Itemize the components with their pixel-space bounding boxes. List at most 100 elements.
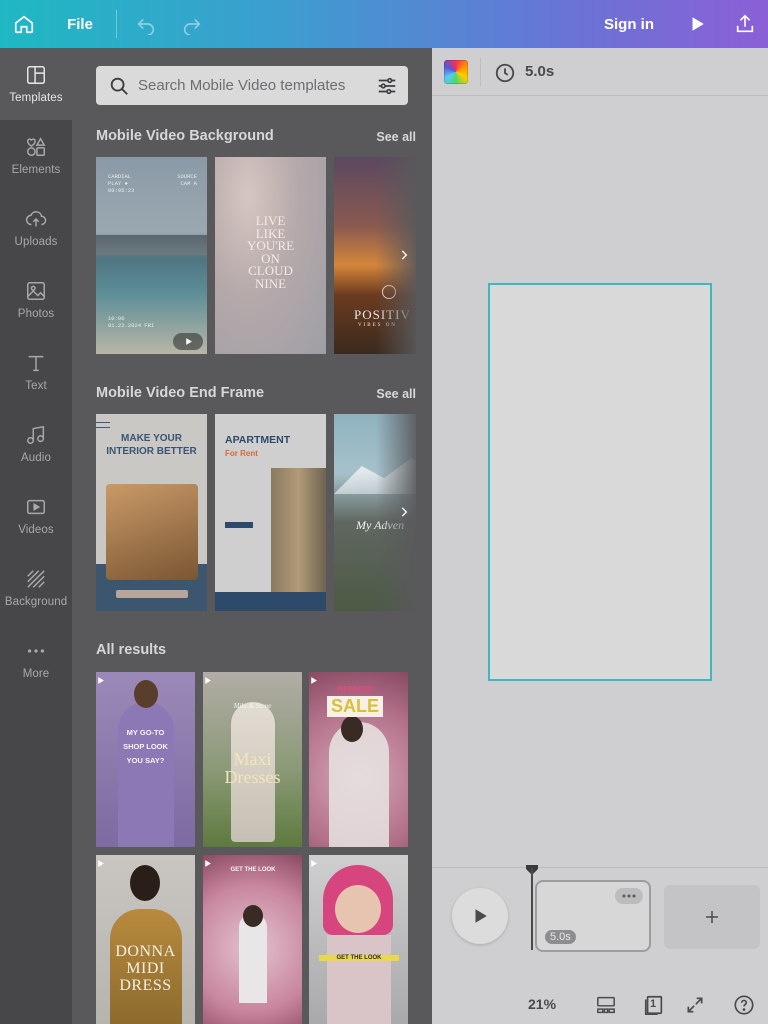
- template-row-endframe: MAKE YOUR INTERIOR BETTER APARTMENT For …: [96, 414, 416, 611]
- rail-label: Background: [4, 596, 68, 608]
- template-thumb[interactable]: GET THE LOOK: [203, 855, 302, 1024]
- toolbar-divider: [480, 58, 481, 86]
- section-title-endframe: Mobile Video End Frame: [96, 385, 265, 401]
- rail-item-audio[interactable]: Audio: [0, 408, 72, 480]
- zoom-level[interactable]: 21%: [528, 996, 556, 1012]
- more-dots-icon: [622, 894, 636, 898]
- thumb-text: For Rent: [225, 449, 258, 458]
- elements-icon: [27, 137, 46, 156]
- share-button[interactable]: [728, 0, 762, 48]
- home-button[interactable]: [0, 0, 48, 48]
- see-all-background-link[interactable]: See all: [376, 130, 416, 144]
- thumb-text: MAKE YOUR INTERIOR BETTER: [106, 433, 197, 457]
- chevron-right-icon: [401, 250, 408, 260]
- background-pattern-icon: [27, 570, 45, 588]
- thumb-text: APARTMENT: [225, 434, 291, 446]
- template-thumb[interactable]: CARDIAL PLAY ● 00:05:23 SOURCE CAM A 10:…: [96, 157, 207, 354]
- template-thumb[interactable]: MAKE YOUR INTERIOR BETTER: [96, 414, 207, 611]
- rail-label: More: [22, 668, 50, 680]
- scroll-right-button[interactable]: [394, 502, 414, 522]
- editor-toolbar: 5.0s: [432, 48, 768, 96]
- page-count-button[interactable]: 1: [642, 994, 666, 1016]
- grid-view-icon: [597, 996, 615, 1014]
- undo-icon: [137, 18, 155, 35]
- design-page[interactable]: [488, 283, 712, 681]
- template-thumb[interactable]: GET THE LOOK: [309, 855, 408, 1024]
- home-icon: [14, 15, 34, 34]
- thumb-text: LIVE LIKE YOU'RE ON CLOUD NINE: [246, 213, 295, 291]
- rail-label: Audio: [21, 452, 51, 464]
- scroll-right-button[interactable]: [394, 245, 414, 265]
- present-button[interactable]: [680, 0, 714, 48]
- play-icon: [311, 860, 317, 867]
- template-row-background: CARDIAL PLAY ● 00:05:23 SOURCE CAM A 10:…: [96, 157, 416, 354]
- page-count: 1: [650, 998, 657, 1010]
- rail-label: Videos: [18, 524, 54, 536]
- clip-options-button[interactable]: [615, 888, 643, 904]
- redo-button[interactable]: [176, 0, 208, 48]
- clock-icon[interactable]: [494, 62, 516, 84]
- color-picker-button[interactable]: [444, 60, 468, 84]
- grid-view-button[interactable]: [594, 994, 618, 1016]
- clip-duration-badge: 5.0s: [545, 930, 576, 944]
- rail-item-uploads[interactable]: Uploads: [0, 192, 72, 264]
- thumb-text: CARDIAL PLAY ● 00:05:23: [108, 173, 135, 194]
- toolbar-divider: [116, 10, 117, 38]
- thumb-text: GET THE LOOK: [319, 955, 399, 961]
- more-dots-icon: [27, 649, 45, 653]
- template-thumb[interactable]: MY GO-TO SHOP LOOK YOU SAY?: [96, 672, 195, 847]
- help-button[interactable]: [732, 994, 756, 1016]
- rail-label: Photos: [17, 308, 55, 320]
- side-rail: Templates Elements Uploads Photos Text A…: [0, 48, 72, 1024]
- rail-item-videos[interactable]: Videos: [0, 480, 72, 552]
- play-icon: [205, 860, 211, 867]
- play-icon: [98, 860, 104, 867]
- search-bar: [96, 66, 408, 105]
- rail-item-text[interactable]: Text: [0, 336, 72, 408]
- timeline-play-button[interactable]: [452, 888, 508, 944]
- template-thumb[interactable]: APARTMENT For Rent: [215, 414, 326, 611]
- expand-icon: [687, 997, 703, 1013]
- play-icon: [475, 909, 487, 923]
- text-icon: [28, 355, 44, 372]
- timeline-bar: 5.0s 21% 1: [432, 865, 768, 1024]
- search-input[interactable]: [138, 74, 368, 96]
- undo-button[interactable]: [130, 0, 162, 48]
- plus-icon: [706, 911, 718, 923]
- rail-item-more[interactable]: More: [0, 624, 72, 696]
- template-thumb[interactable]: LIVE LIKE YOU'RE ON CLOUD NINE: [215, 157, 326, 354]
- file-menu-button[interactable]: File: [58, 0, 102, 48]
- thumb-text: DONNA MIDI DRESS: [115, 943, 176, 994]
- template-thumb[interactable]: Mila & Stone Maxi Dresses: [203, 672, 302, 847]
- rail-label: Uploads: [14, 236, 58, 248]
- thumb-text: Mila & Stone: [233, 702, 272, 710]
- duration-button[interactable]: 5.0s: [525, 63, 554, 80]
- rail-item-photos[interactable]: Photos: [0, 264, 72, 336]
- rail-item-templates[interactable]: Templates: [0, 48, 72, 120]
- thumb-text: MY GO-TO SHOP LOOK YOU SAY?: [123, 728, 168, 765]
- rail-item-elements[interactable]: Elements: [0, 120, 72, 192]
- top-bar: File Sign in: [0, 0, 768, 48]
- play-icon: [692, 17, 704, 31]
- thumb-text: SALE: [327, 696, 384, 717]
- thumb-text: GET THE LOOK: [230, 867, 276, 873]
- timeline-clip[interactable]: 5.0s: [535, 880, 651, 952]
- music-note-icon: [27, 425, 45, 444]
- play-icon: [311, 677, 317, 684]
- template-thumb[interactable]: WEEKEND SALE: [309, 672, 408, 847]
- sign-in-button[interactable]: Sign in: [596, 0, 662, 48]
- thumb-text: Maxi Dresses: [224, 749, 281, 787]
- section-title-background: Mobile Video Background: [96, 128, 274, 144]
- video-badge: [203, 672, 302, 690]
- redo-icon: [183, 18, 201, 35]
- fullscreen-button[interactable]: [683, 994, 707, 1016]
- filter-sliders-icon[interactable]: [376, 75, 398, 97]
- see-all-endframe-link[interactable]: See all: [376, 387, 416, 401]
- add-page-button[interactable]: [664, 885, 760, 949]
- playhead[interactable]: [531, 868, 533, 950]
- rail-label: Text: [25, 380, 47, 392]
- play-icon: [185, 338, 192, 345]
- share-icon: [736, 14, 754, 33]
- rail-item-background[interactable]: Background: [0, 552, 72, 624]
- template-thumb[interactable]: DONNA MIDI DRESS: [96, 855, 195, 1024]
